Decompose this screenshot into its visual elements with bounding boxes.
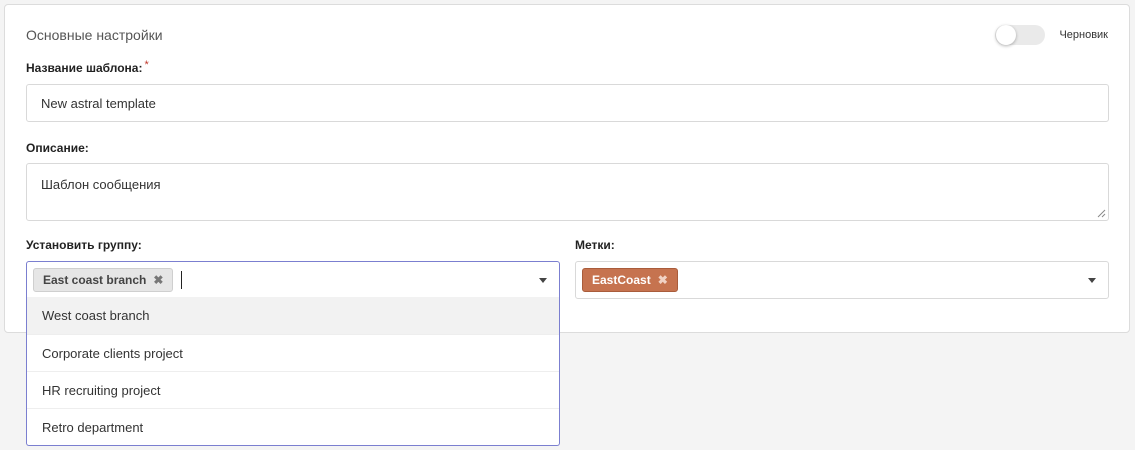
- section-title: Основные настройки: [26, 27, 163, 43]
- template-name-value: New astral template: [41, 95, 156, 111]
- template-name-input[interactable]: New astral template: [26, 84, 1109, 122]
- tag-chip: EastCoast ✖: [582, 268, 678, 292]
- menu-item[interactable]: Retro department: [27, 408, 559, 445]
- tags-select[interactable]: EastCoast ✖: [575, 261, 1109, 299]
- template-name-label: Название шаблона: *: [26, 59, 149, 75]
- draft-toggle-group: Черновик: [995, 25, 1108, 45]
- template-name-label-text: Название шаблона:: [26, 61, 143, 75]
- group-dropdown-menu: West coast branch Corporate clients proj…: [26, 297, 560, 446]
- group-label: Установить группу:: [26, 238, 142, 252]
- menu-item[interactable]: West coast branch: [27, 297, 559, 334]
- group-chip-label: East coast branch: [43, 273, 147, 287]
- description-value: Шаблон сообщения: [41, 177, 161, 192]
- tag-chip-label: EastCoast: [592, 273, 651, 287]
- toggle-knob: [996, 25, 1017, 45]
- tags-label: Метки:: [575, 238, 615, 252]
- resize-handle-icon[interactable]: [1097, 209, 1106, 218]
- caret-down-icon[interactable]: [539, 278, 547, 283]
- description-textarea[interactable]: Шаблон сообщения: [26, 163, 1109, 221]
- caret-down-icon[interactable]: [1088, 278, 1096, 283]
- draft-label: Черновик: [1059, 29, 1108, 41]
- group-select[interactable]: East coast branch ✖: [26, 261, 560, 299]
- basic-settings-card: Основные настройки Черновик Название шаб…: [4, 4, 1130, 333]
- remove-chip-icon[interactable]: ✖: [153, 273, 163, 287]
- menu-item[interactable]: Corporate clients project: [27, 334, 559, 371]
- required-mark: *: [144, 59, 149, 71]
- draft-toggle[interactable]: [995, 25, 1046, 45]
- text-cursor: [181, 271, 183, 289]
- menu-item[interactable]: HR recruiting project: [27, 371, 559, 408]
- description-label: Описание:: [26, 141, 89, 155]
- group-chip: East coast branch ✖: [33, 268, 174, 292]
- remove-chip-icon[interactable]: ✖: [658, 273, 668, 287]
